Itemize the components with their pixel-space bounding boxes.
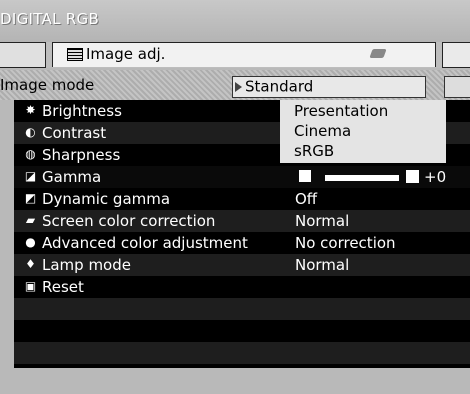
menu-row-gamma[interactable]: ◪ Gamma +0 [14,166,470,188]
side-tab-icon[interactable] [444,76,470,98]
menu-row-empty [14,298,470,320]
gamma-dark-icon [299,170,311,182]
title-bar: DIGITAL RGB [0,0,470,42]
menu-label: Advanced color adjustment [42,234,248,252]
menu-label: Contrast [42,124,107,142]
menu-value: Normal [295,212,350,230]
menu-row-dynamic-gamma[interactable]: ◩ Dynamic gamma Off [14,188,470,210]
advanced-color-icon: ● [25,235,36,249]
gamma-slider[interactable] [325,175,399,181]
menu-label: Sharpness [42,146,121,164]
menu-row-lamp-mode[interactable]: ♦ Lamp mode Normal [14,254,470,276]
image-mode-select[interactable]: Standard [232,76,426,98]
menu-label: Lamp mode [42,256,131,274]
contrast-icon: ◐ [25,125,36,139]
sharpness-icon: ◍ [25,147,36,161]
image-mode-row: Image mode Standard [0,70,470,100]
dropdown-option-srgb[interactable]: sRGB [294,142,334,160]
lamp-icon: ♦ [25,257,36,271]
dropdown-option-presentation[interactable]: Presentation [294,102,388,120]
image-mode-dropdown: Presentation Cinema sRGB [280,100,446,163]
image-adj-icon [67,48,83,61]
menu-row-empty [14,320,470,342]
tab-image-adj[interactable]: Image adj. [52,42,436,67]
brightness-icon: ✸ [25,103,36,117]
menu-label: Gamma [42,168,102,186]
menu-row-empty [14,342,470,364]
menu-label: Dynamic gamma [42,190,171,208]
play-arrow-icon [235,81,242,92]
menu-value: No correction [295,234,396,252]
image-mode-value: Standard [245,77,314,96]
menu-label: Brightness [42,102,122,120]
bottom-strip [14,368,470,394]
menu-row-screen-color[interactable]: ▰ Screen color correction Normal [14,210,470,232]
menu-value: Normal [295,256,350,274]
menu-label: Screen color correction [42,212,216,230]
screen-color-icon: ▰ [25,213,36,227]
eraser-icon [369,49,387,58]
tab-previous[interactable] [0,42,46,68]
menu-row-advanced-color[interactable]: ● Advanced color adjustment No correctio… [14,232,470,254]
reset-icon: ▣ [24,279,37,293]
gamma-icon: ◪ [24,169,37,183]
menu-value: Off [295,190,318,208]
dynamic-gamma-icon: ◩ [24,191,37,205]
window-title: DIGITAL RGB [0,10,100,28]
tab-image-adj-label: Image adj. [86,45,166,63]
dropdown-option-cinema[interactable]: Cinema [294,122,351,140]
menu-row-reset[interactable]: ▣ Reset [14,276,470,298]
image-mode-label: Image mode [0,76,95,94]
tab-row: Image adj. [0,42,470,68]
gamma-light-icon [406,170,419,183]
gamma-value: +0 [424,168,447,186]
tab-next[interactable] [442,42,470,68]
menu-label: Reset [42,278,84,296]
